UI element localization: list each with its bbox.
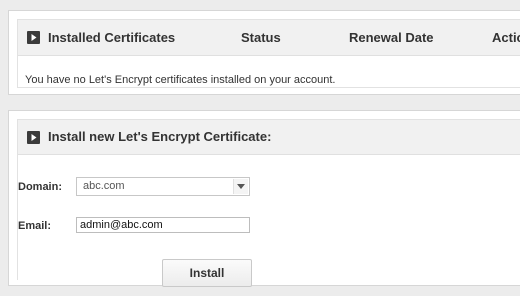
column-installed-certificates: Installed Certificates (48, 30, 176, 45)
email-field[interactable]: admin@abc.com (76, 217, 250, 233)
chevron-down-icon[interactable] (233, 179, 248, 194)
email-label: Email: (18, 220, 52, 232)
install-button[interactable]: Install (162, 259, 252, 287)
install-certificate-panel: Install new Let's Encrypt Certificate: D… (8, 110, 520, 287)
domain-select-value: abc.com (83, 180, 125, 192)
play-icon[interactable] (27, 31, 40, 44)
column-actions: Actio (492, 30, 520, 45)
table-header: Installed Certificates Status Renewal Da… (18, 20, 520, 56)
domain-label: Domain: (18, 181, 62, 193)
play-icon[interactable] (27, 131, 40, 144)
domain-select[interactable]: abc.com (76, 177, 250, 196)
column-status: Status (241, 30, 281, 45)
empty-message: You have no Let's Encrypt certificates i… (25, 74, 336, 86)
form-title: Install new Let's Encrypt Certificate: (48, 129, 272, 144)
installed-certificates-panel: Installed Certificates Status Renewal Da… (8, 10, 520, 95)
form-header: Install new Let's Encrypt Certificate: (18, 120, 520, 155)
install-certificate-form: Install new Let's Encrypt Certificate: D… (17, 119, 520, 287)
installed-certificates-table: Installed Certificates Status Renewal Da… (17, 19, 520, 88)
column-renewal-date: Renewal Date (349, 30, 434, 45)
